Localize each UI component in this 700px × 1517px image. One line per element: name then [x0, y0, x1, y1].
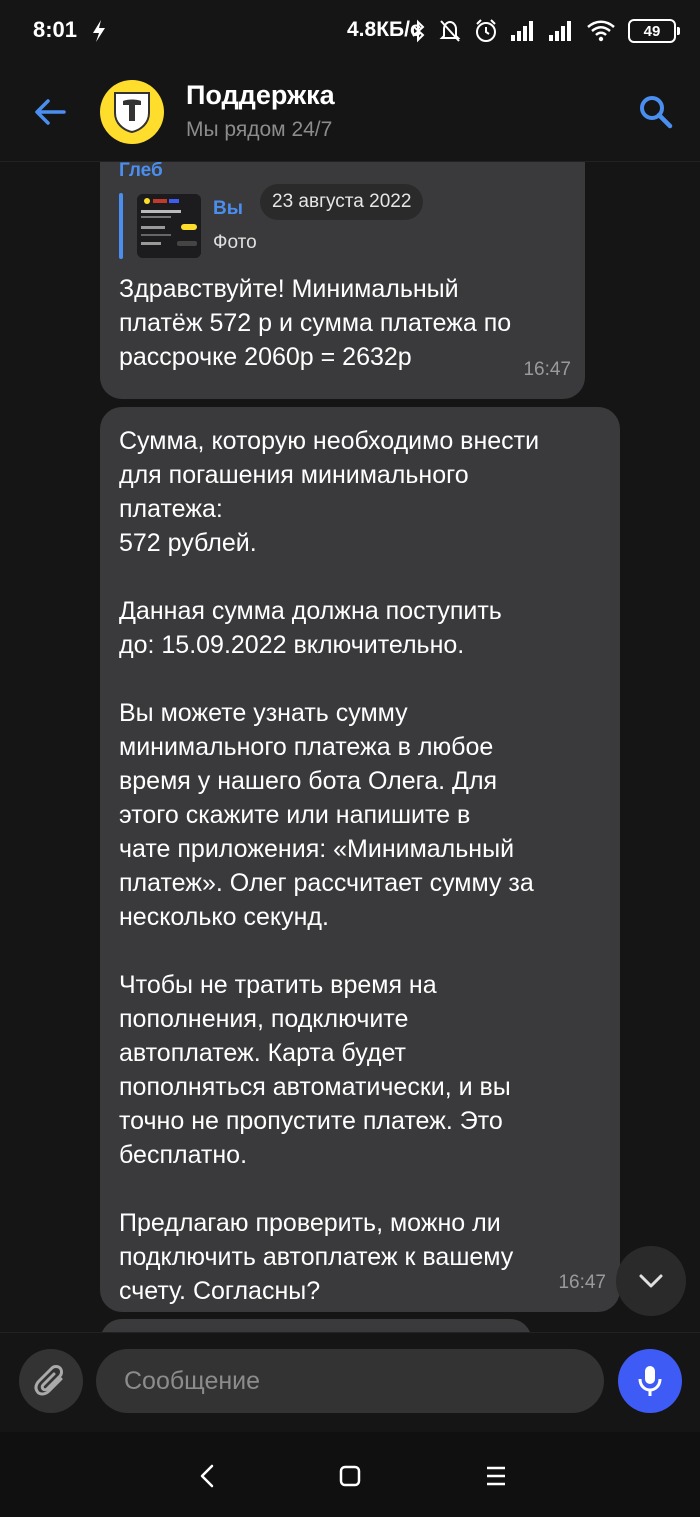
- signal-icon: [511, 21, 533, 41]
- message-sender[interactable]: Глеб: [119, 162, 163, 182]
- bluetooth-icon: [412, 19, 425, 43]
- bell-off-icon: [439, 20, 461, 42]
- chevron-down-icon: [639, 1274, 663, 1288]
- photo-thumbnail: [137, 194, 201, 258]
- nav-home-button[interactable]: [332, 1458, 368, 1494]
- photo-preview-icon: [137, 194, 201, 258]
- nav-home-icon: [339, 1465, 361, 1487]
- composer: [0, 1332, 700, 1432]
- status-icons: 49: [410, 16, 680, 46]
- microphone-icon: [638, 1366, 662, 1396]
- battery-icon: 49: [628, 19, 680, 43]
- message-text: Здравствуйте! Минимальный платёж 572 р и…: [119, 275, 512, 371]
- bolt-icon: [93, 20, 105, 42]
- search-icon[interactable]: [638, 94, 674, 130]
- signal-icon: [549, 21, 571, 41]
- reply-author: Вы: [213, 198, 243, 219]
- reply-text: Вы Фото: [213, 198, 257, 254]
- message-bubble[interactable]: Сумма, которую необходимо внести для пог…: [100, 407, 620, 1312]
- message-text: Сумма, которую необходимо внести для пог…: [119, 427, 540, 1305]
- chat-subtitle: Мы рядом 24/7: [186, 118, 333, 141]
- message-time: 16:47: [558, 1272, 606, 1293]
- chat-header: Поддержка Мы рядом 24/7: [0, 62, 700, 162]
- date-separator: 23 августа 2022: [260, 184, 424, 220]
- back-arrow-icon[interactable]: [30, 92, 70, 132]
- message-bubble-partial[interactable]: [100, 1319, 532, 1332]
- nav-back-button[interactable]: [189, 1458, 225, 1494]
- nav-back-icon: [200, 1464, 214, 1488]
- status-bar: 8:01 4.8КБ/с 49: [0, 0, 700, 62]
- status-time: 8:01: [33, 17, 78, 42]
- reply-quote[interactable]: Вы Фото: [119, 192, 257, 260]
- message-input[interactable]: [96, 1349, 604, 1413]
- reply-bar: [119, 193, 123, 259]
- nav-menu-icon: [487, 1466, 505, 1486]
- message-list[interactable]: Глеб Вы Фото Здравствуйте! Минимальный п…: [0, 162, 700, 1332]
- nav-menu-button[interactable]: [478, 1458, 514, 1494]
- alarm-icon: [476, 19, 496, 42]
- message-time: 16:47: [523, 359, 571, 380]
- wifi-icon: [587, 20, 615, 42]
- scroll-down-button[interactable]: [616, 1246, 686, 1316]
- battery-level: 49: [643, 22, 661, 40]
- bank-logo-icon: [114, 92, 150, 134]
- mic-button[interactable]: [618, 1349, 682, 1413]
- attach-button[interactable]: [19, 1349, 83, 1413]
- reply-type: Фото: [213, 232, 257, 253]
- system-nav-bar: [0, 1432, 700, 1517]
- paperclip-icon: [34, 1365, 63, 1396]
- chat-title: Поддержка: [186, 80, 335, 110]
- avatar[interactable]: [100, 80, 164, 144]
